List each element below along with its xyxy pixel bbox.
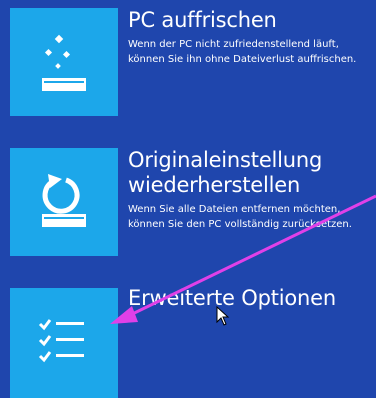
- advanced-options-option[interactable]: Erweiterte Optionen: [128, 286, 370, 311]
- refresh-pc-description: Wenn der PC nicht zufriedenstellend läuf…: [128, 39, 357, 65]
- refresh-sparkle-icon: [42, 34, 86, 91]
- refresh-pc-tile[interactable]: [10, 8, 118, 116]
- mouse-pointer-icon: [216, 306, 230, 326]
- refresh-pc-option[interactable]: PC auffrischen Wenn der PC nicht zufried…: [128, 8, 370, 67]
- advanced-options-title[interactable]: Erweiterte Optionen: [128, 286, 370, 311]
- reset-pc-title[interactable]: Originaleinstellung wiederherstellen: [128, 148, 370, 198]
- reset-pc-option[interactable]: Originaleinstellung wiederherstellen Wen…: [128, 148, 370, 232]
- reset-pc-tile[interactable]: [10, 148, 118, 256]
- reset-pc-description: Wenn Sie alle Dateien entfernen möchten,…: [128, 204, 352, 230]
- refresh-pc-title[interactable]: PC auffrischen: [128, 8, 370, 33]
- advanced-options-tile[interactable]: [10, 288, 118, 398]
- reset-circular-arrow-icon: [42, 174, 86, 227]
- checklist-icon: [38, 319, 84, 363]
